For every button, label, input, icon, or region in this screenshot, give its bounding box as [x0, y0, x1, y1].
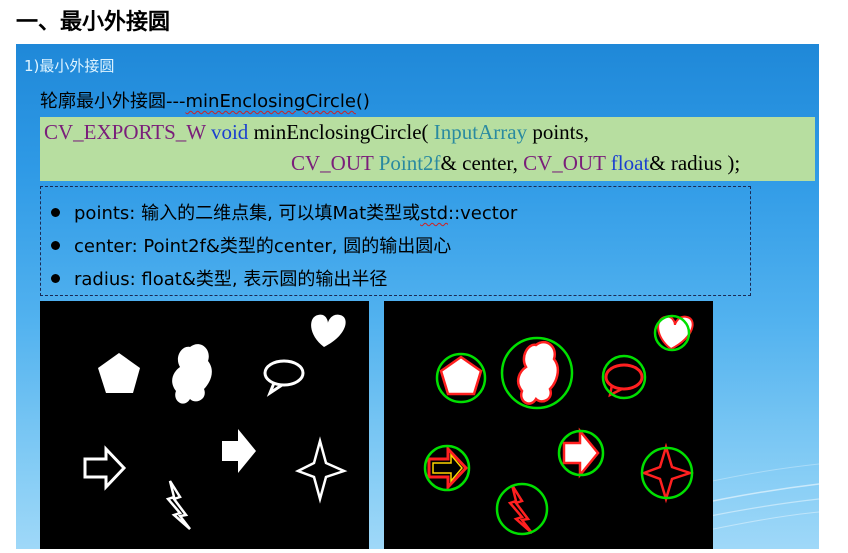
parameter-item-radius: radius: float&类型, 表示圆的输出半径 [51, 265, 388, 290]
code-token: float [610, 151, 650, 175]
input-shapes-canvas [83, 314, 348, 530]
code-token: void [210, 120, 249, 144]
solid-arrow-result [557, 427, 605, 479]
pentagon-shape [98, 353, 140, 393]
slide-panel: 1)最小外接圆 轮廓最小外接圆---minEnclosingCircle() C… [16, 44, 819, 549]
star-result [640, 442, 694, 504]
code-token: InputArray [433, 120, 528, 144]
param-text: points: 输入的二维点集, 可以填Mat类型或 [74, 203, 421, 224]
code-token: CV_OUT [291, 151, 374, 175]
code-token: Point2f [378, 151, 441, 175]
code-signature-box: CV_EXPORTS_W void minEnclosingCircle( In… [40, 117, 815, 181]
outline-arrow-shape [83, 445, 127, 491]
subtitle-function-name: minEnclosingCircle [185, 91, 356, 112]
code-line-1: CV_EXPORTS_W void minEnclosingCircle( In… [44, 120, 589, 145]
parameter-list: points: 输入的二维点集, 可以填Mat类型或std::vector ce… [40, 186, 751, 296]
code-line-2: CV_OUT Point2f& center, CV_OUT float& ra… [291, 151, 740, 176]
bullet-icon [51, 273, 60, 283]
param-text-suffix: ::vector [448, 203, 518, 224]
param-text-spellcheck: std [420, 203, 449, 224]
code-token: & radius ); [649, 151, 741, 175]
section-label: 1)最小外接圆 [24, 57, 115, 75]
code-token: CV_EXPORTS_W [44, 120, 206, 144]
input-shapes-figure [40, 301, 369, 549]
page-heading: 一、最小外接圆 [16, 10, 171, 35]
lightning-result [495, 482, 549, 536]
parameter-item-center: center: Point2f&类型的center, 圆的输出圆心 [51, 232, 452, 257]
bullet-icon [51, 240, 60, 250]
blob-result [500, 336, 574, 410]
speech-bubble-result [601, 354, 647, 400]
heart-result [653, 314, 694, 352]
result-circles-canvas [423, 314, 694, 536]
solid-arrow-shape [222, 429, 256, 473]
outline-arrow-result [423, 444, 471, 492]
blob-shape [172, 344, 212, 404]
param-text: center: Point2f&类型的center, 圆的输出圆心 [74, 236, 452, 257]
parameter-item-points: points: 输入的二维点集, 可以填Mat类型或std::vector [51, 199, 518, 224]
pentagon-result [435, 352, 487, 404]
code-token: points, [527, 120, 589, 144]
code-token: minEnclosingCircle( [248, 120, 434, 144]
heart-shape [311, 314, 346, 347]
speech-bubble-shape [263, 359, 305, 397]
param-text: radius: float&类型, 表示圆的输出半径 [74, 269, 388, 290]
code-token: & center, [440, 151, 524, 175]
subtitle-suffix: () [355, 91, 370, 112]
subtitle: 轮廓最小外接圆---minEnclosingCircle() [40, 87, 370, 113]
subtitle-prefix: 轮廓最小外接圆--- [40, 91, 186, 112]
lightning-shape [165, 480, 191, 530]
result-circles-figure [384, 301, 713, 549]
bullet-icon [51, 207, 60, 217]
code-token: CV_OUT [523, 151, 606, 175]
star-shape [294, 436, 348, 504]
